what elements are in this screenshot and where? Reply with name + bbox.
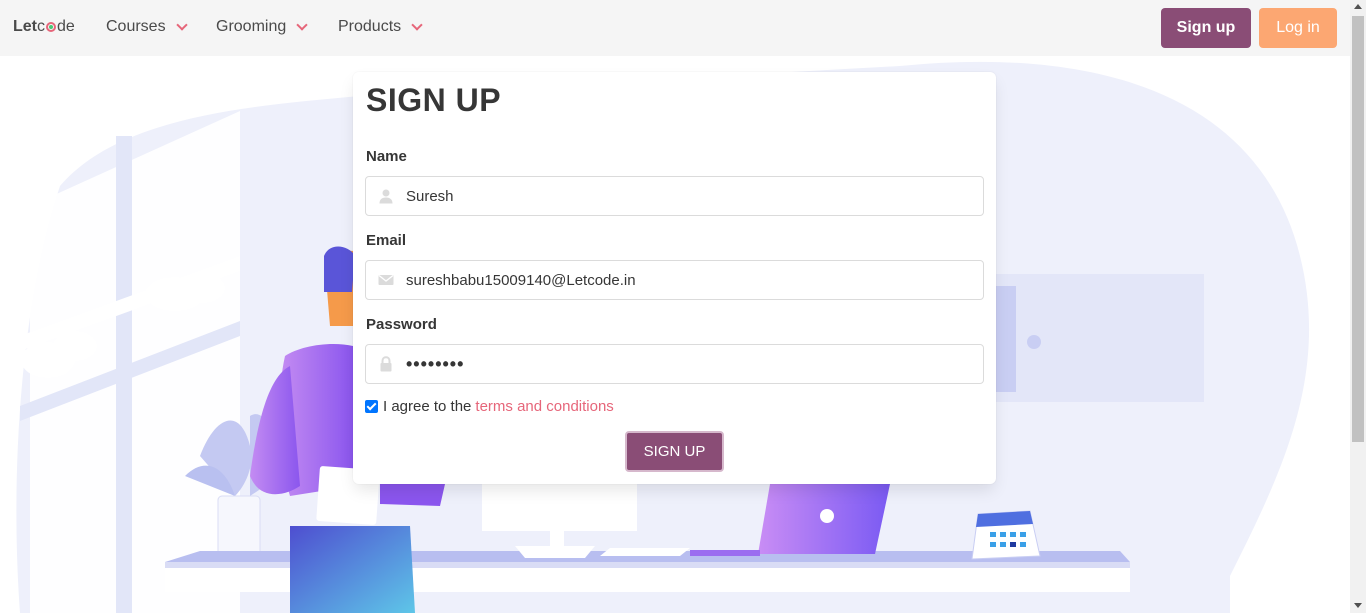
logo-mark-icon: [46, 22, 56, 32]
chevron-down-icon: [296, 19, 308, 31]
logo-text-prefix: Let: [13, 18, 37, 35]
nav-menu-grooming[interactable]: Grooming: [216, 18, 308, 36]
logo-text-suffix: de: [57, 18, 75, 35]
nav-menu-courses[interactable]: Courses: [106, 18, 188, 36]
chevron-down-icon: [175, 19, 188, 31]
lock-icon: [380, 356, 392, 372]
terms-agreement: I agree to the terms and conditions: [365, 398, 614, 415]
agree-checkbox[interactable]: [365, 400, 378, 413]
name-value: Suresh: [406, 187, 454, 205]
user-icon: [379, 189, 393, 204]
page-scrollbar[interactable]: [1350, 0, 1366, 613]
letcode-logo[interactable]: Let c de: [13, 18, 75, 36]
name-field[interactable]: Suresh: [365, 176, 984, 216]
envelope-icon: [378, 274, 394, 285]
scroll-down-arrow-icon[interactable]: [1354, 603, 1362, 608]
page-title: SIGN UP: [366, 82, 502, 118]
agree-text: I agree to the: [383, 398, 472, 415]
signup-card: SIGN UP Name Suresh Email sureshbabu1500…: [353, 72, 996, 484]
signup-submit-button[interactable]: SIGN UP: [625, 431, 724, 472]
nav-menu-label: Grooming: [216, 18, 287, 35]
email-value: sureshbabu15009140@Letcode.in: [406, 271, 636, 289]
terms-link[interactable]: terms and conditions: [475, 398, 613, 415]
top-navbar: Let c de Courses Grooming Products Sign …: [0, 0, 1350, 56]
scroll-up-arrow-icon[interactable]: [1354, 4, 1362, 9]
email-field[interactable]: sureshbabu15009140@Letcode.in: [365, 260, 984, 300]
login-button[interactable]: Log in: [1259, 8, 1337, 48]
name-label: Name: [366, 148, 407, 165]
signup-button[interactable]: Sign up: [1161, 8, 1251, 48]
nav-menu-label: Products: [338, 18, 402, 35]
password-field[interactable]: ••••••••: [365, 344, 984, 384]
nav-menu-products[interactable]: Products: [338, 18, 423, 36]
password-label: Password: [366, 316, 437, 333]
scroll-thumb[interactable]: [1352, 16, 1364, 442]
password-value: ••••••••: [406, 353, 465, 374]
nav-menu-label: Courses: [106, 18, 166, 35]
chevron-down-icon: [411, 19, 423, 31]
email-label: Email: [366, 232, 407, 249]
